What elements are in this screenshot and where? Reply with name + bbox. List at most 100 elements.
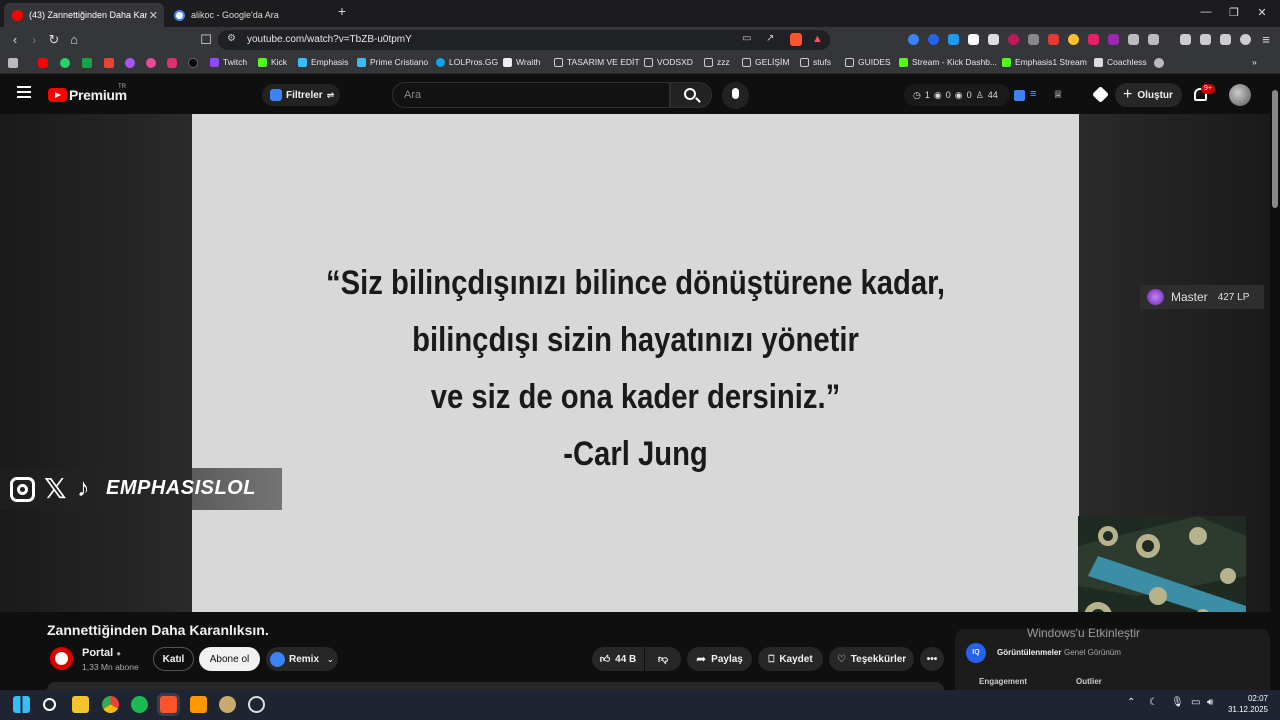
channel-avatar[interactable] xyxy=(50,647,73,670)
tray-volume-icon[interactable]: 🔊︎ xyxy=(1207,697,1213,708)
like-button[interactable]: 👍︎ 44 B xyxy=(592,647,644,671)
bookmark-whatsapp-icon[interactable] xyxy=(60,58,70,68)
file-explorer-icon[interactable] xyxy=(72,696,89,713)
bookmark-icon[interactable] xyxy=(146,58,156,68)
spotify-icon[interactable] xyxy=(131,696,148,713)
scrollbar-thumb[interactable] xyxy=(1272,90,1278,208)
extension-icon[interactable] xyxy=(908,34,919,45)
bookmark-lolpros[interactable]: LOLPros.GG xyxy=(436,57,498,67)
bookmark-folder[interactable]: stufs xyxy=(800,57,831,67)
remix-button[interactable]: Remix ⌄ xyxy=(266,647,338,671)
new-tab-icon[interactable]: + xyxy=(334,3,350,19)
tab-overview[interactable]: Genel Görünüm xyxy=(1064,648,1121,657)
minimize-icon[interactable]: — xyxy=(1198,6,1214,18)
cast-icon[interactable]: ▭ xyxy=(742,33,751,44)
league-client-icon[interactable] xyxy=(219,696,236,713)
extension-icon[interactable] xyxy=(948,34,959,45)
bookmark-gmail-icon[interactable] xyxy=(104,58,114,68)
tab-google[interactable]: alikoc - Google'da Ara xyxy=(166,3,332,27)
brave-icon[interactable] xyxy=(160,696,177,713)
extension-icon[interactable] xyxy=(1048,34,1059,45)
bookmark-icon[interactable] xyxy=(82,58,92,68)
tray-app-icon[interactable]: ☾ xyxy=(1149,697,1158,708)
share-icon[interactable]: ↗ xyxy=(766,33,774,44)
brave-rewards-icon[interactable]: ▲ xyxy=(812,33,823,45)
bookmark-folder[interactable]: TASARIM VE EDİT xyxy=(554,57,640,67)
bookmark-kick-dashboard[interactable]: Stream - Kick Dashb... xyxy=(899,57,997,67)
channel-name[interactable]: Portal ● xyxy=(82,647,121,659)
iq-panel-icon[interactable]: IQ xyxy=(966,643,986,663)
description-box[interactable] xyxy=(47,682,944,690)
more-bookmarks-icon[interactable]: » xyxy=(1252,57,1257,67)
youtube-logo-icon[interactable] xyxy=(48,88,67,102)
extension-icon[interactable] xyxy=(988,34,999,45)
tray-chevron-icon[interactable]: ⌃ xyxy=(1127,697,1135,708)
taskbar-clock[interactable]: 02:07 31.12.2025 xyxy=(1228,693,1268,715)
bookmark-tiktok-icon[interactable] xyxy=(188,58,198,68)
search-input[interactable]: Ara xyxy=(392,82,670,108)
extension-icon[interactable] xyxy=(968,34,979,45)
iq-extension-icon[interactable] xyxy=(1014,90,1025,101)
forward-icon[interactable]: › xyxy=(26,32,42,48)
award-icon[interactable]: ♕ xyxy=(1053,88,1063,101)
split-view-icon[interactable] xyxy=(1200,34,1211,45)
bookmark-twitch[interactable]: Twitch xyxy=(210,57,247,67)
bookmark-emphasis[interactable]: Emphasis xyxy=(298,57,348,67)
list-icon[interactable]: ≡ xyxy=(1030,88,1036,100)
join-button[interactable]: Katıl xyxy=(153,647,194,671)
site-info-icon[interactable]: ⚙ xyxy=(227,33,236,44)
extension-icon[interactable] xyxy=(1088,34,1099,45)
reload-icon[interactable]: ↻ xyxy=(46,32,62,48)
search-button[interactable] xyxy=(670,82,712,108)
extension-icon[interactable] xyxy=(1068,34,1079,45)
voice-search-button[interactable] xyxy=(722,82,749,109)
extension-icon[interactable] xyxy=(1108,34,1119,45)
music-icon[interactable] xyxy=(1180,34,1191,45)
extensions-puzzle-icon[interactable] xyxy=(1128,34,1139,45)
back-icon[interactable]: ‹ xyxy=(7,32,23,48)
filters-button[interactable]: Filtreler ⇌ xyxy=(262,84,340,106)
thanks-button[interactable]: ♡ Teşekkürler xyxy=(829,647,914,671)
tab-views[interactable]: Görüntülenmeler xyxy=(997,648,1061,657)
bookmark-instagram-icon[interactable] xyxy=(167,58,177,68)
hamburger-menu-icon[interactable] xyxy=(17,86,31,98)
app-icon[interactable] xyxy=(248,696,265,713)
vpn-icon[interactable] xyxy=(1240,34,1251,45)
windows-start-icon[interactable] xyxy=(13,696,30,713)
extension-icon[interactable] xyxy=(928,34,939,45)
stats-widget[interactable]: ◷ 1 ◉ 0 ◉ 0 ♙ 44 xyxy=(904,84,1010,106)
save-button[interactable]: ⎕ Kaydet xyxy=(758,647,823,671)
leo-ai-icon[interactable] xyxy=(1220,34,1231,45)
menu-icon[interactable]: ≡ xyxy=(1258,32,1274,48)
brave-shield-icon[interactable] xyxy=(790,33,802,46)
bookmark-icon[interactable] xyxy=(125,58,135,68)
account-avatar[interactable] xyxy=(1229,84,1251,106)
extension-icon[interactable] xyxy=(1028,34,1039,45)
tray-mic-icon[interactable]: 🎙︎ xyxy=(1171,697,1184,708)
bookmark-folder[interactable]: VODSXD xyxy=(644,57,693,67)
bookmark-youtube-icon[interactable] xyxy=(38,58,48,68)
bookmark-kick[interactable]: Kick xyxy=(258,57,287,67)
bookmark-emphasis-stream[interactable]: Emphasis1 Stream xyxy=(1002,57,1087,67)
bookmark-folder[interactable]: GUIDES xyxy=(845,57,891,67)
sidebar-icon[interactable] xyxy=(1148,34,1159,45)
bookmark-folder[interactable]: zzz xyxy=(704,57,730,67)
bookmark-icon[interactable]: ☐ xyxy=(198,32,214,48)
home-icon[interactable]: ⌂ xyxy=(66,32,82,48)
bookmark-folder[interactable]: GELİŞİM xyxy=(742,57,789,67)
more-actions-button[interactable]: ••• xyxy=(920,647,944,671)
bookmark-prime-cristiano[interactable]: Prime Cristiano xyxy=(357,57,428,67)
tab-youtube[interactable]: (43) Zannettiğinden Daha Kar ✕ xyxy=(4,3,164,27)
address-bar[interactable]: ⚙ youtube.com/watch?v=TbZB-u0tpmY ▭ ↗ ▲ xyxy=(218,30,830,50)
bookmark-coachless[interactable]: Coachless xyxy=(1094,57,1147,67)
share-button[interactable]: ➦ Paylaş xyxy=(687,647,752,671)
extension-icon[interactable] xyxy=(1008,34,1019,45)
bookmark-globe-icon[interactable] xyxy=(1154,58,1164,68)
maximize-icon[interactable]: ❐ xyxy=(1226,6,1242,19)
bookmark-wraith[interactable]: Wraith xyxy=(503,57,540,67)
close-window-icon[interactable]: ✕ xyxy=(1254,6,1270,19)
tray-network-icon[interactable]: ▭ xyxy=(1191,697,1200,708)
create-button[interactable]: + Oluştur xyxy=(1115,83,1182,107)
close-tab-icon[interactable]: ✕ xyxy=(149,9,158,22)
subscribe-button[interactable]: Abone ol xyxy=(199,647,260,671)
